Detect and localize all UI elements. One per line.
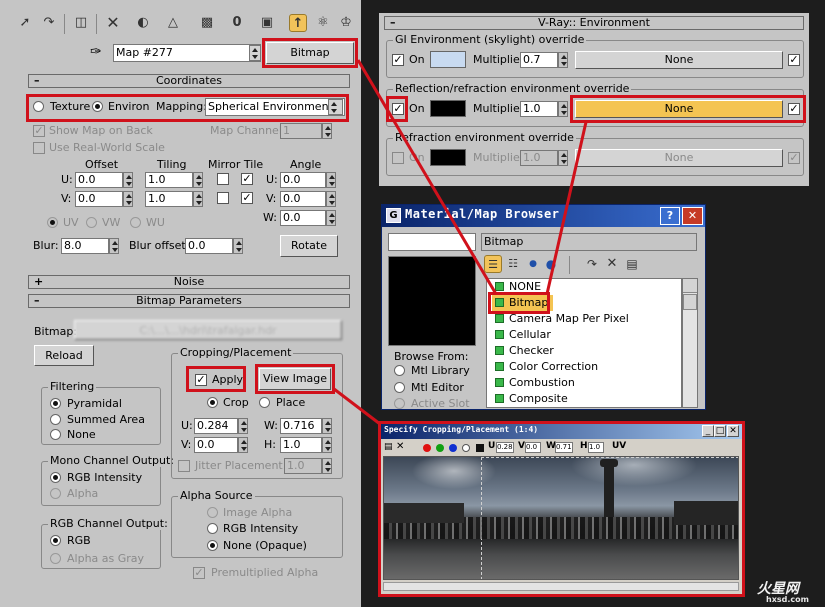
callout-line-view-image (333, 387, 381, 426)
callout-line-refl-to-list (545, 121, 588, 295)
callout-line-bitmap-to-list (356, 59, 498, 295)
callout-lines (333, 59, 588, 426)
watermark-url: hxsd.com (766, 595, 809, 604)
